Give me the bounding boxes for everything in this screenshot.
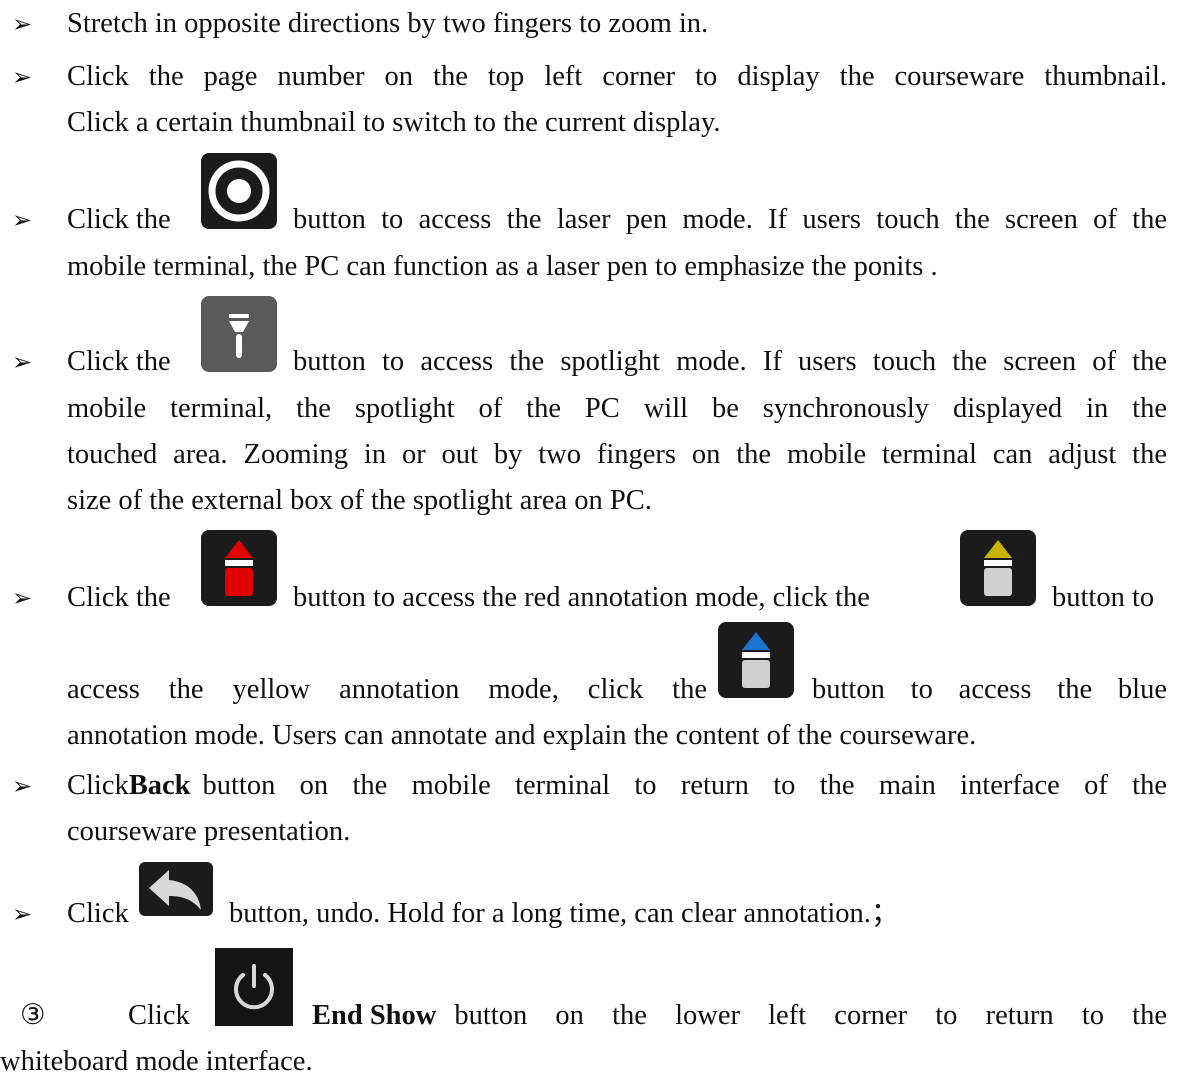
instruction-laser-line2: mobile terminal, the PC can function as … [67, 251, 938, 282]
power-icon[interactable] [215, 948, 293, 1026]
instruction-zoom: Stretch in opposite directions by two fi… [67, 8, 709, 39]
instruction-thumbnail-line1: Click the page number on the top left co… [67, 61, 1167, 92]
instruction-spotlight-line3: touched area. Zooming in or out by two f… [67, 439, 1167, 470]
step-pre: Click [128, 1000, 190, 1031]
instruction-undo-pre: Click [67, 898, 129, 929]
instruction-back-line1: Click Back button on the mobile terminal… [67, 769, 1167, 803]
instruction-annotation-line2-post: button to access the blue [812, 674, 1167, 705]
instruction-annotation-line2-pre: access the yellow annotation mode, click… [67, 674, 707, 705]
instruction-back-line2: courseware presentation. [67, 816, 351, 847]
instruction-spotlight-post: button to access the spotlight mode. If … [293, 346, 1167, 377]
blue-pen-icon[interactable] [718, 622, 794, 698]
bullet: ➢ [12, 584, 33, 612]
bullet: ➢ [12, 206, 33, 234]
red-pen-icon[interactable] [201, 530, 277, 606]
instruction-annotation-post: button to [1052, 582, 1155, 613]
instruction-spotlight-pre: Click the [67, 346, 171, 377]
instruction-back-pre: Click [67, 770, 129, 801]
instruction-thumbnail-line2: Click a certain thumbnail to switch to t… [67, 107, 721, 138]
instruction-annotation-pre: Click the [67, 582, 171, 613]
instruction-undo-post: button, undo. Hold for a long time, can … [229, 898, 900, 929]
spotlight-icon[interactable] [201, 296, 277, 372]
laser-pen-icon[interactable] [201, 153, 277, 229]
instruction-annotation-line3: annotation mode. Users can annotate and … [67, 720, 977, 751]
yellow-pen-icon[interactable] [960, 530, 1036, 606]
instruction-laser-post: button to access the laser pen mode. If … [293, 204, 1167, 235]
instruction-back-post: button on the mobile terminal to return … [202, 770, 1167, 801]
step-post: button on the lower left corner to retur… [454, 1000, 1167, 1031]
step-number: ③ [20, 1000, 46, 1031]
step-line1: End Show button on the lower left corner… [312, 999, 1167, 1033]
instruction-annotation-mid: button to access the red annotation mode… [293, 582, 870, 613]
bullet: ➢ [12, 348, 33, 376]
instruction-spotlight-line2: mobile terminal, the spotlight of the PC… [67, 393, 1167, 424]
instruction-spotlight-line4: size of the external box of the spotligh… [67, 485, 652, 516]
end-show-label: End Show [312, 1000, 437, 1031]
back-label: Back [128, 770, 191, 801]
bullet: ➢ [12, 10, 33, 38]
bullet: ➢ [12, 63, 33, 91]
undo-icon[interactable] [139, 862, 213, 916]
bullet: ➢ [12, 900, 33, 928]
step-line2: whiteboard mode interface. [0, 1046, 313, 1077]
instruction-laser-pre: Click the [67, 204, 171, 235]
bullet: ➢ [12, 772, 33, 800]
